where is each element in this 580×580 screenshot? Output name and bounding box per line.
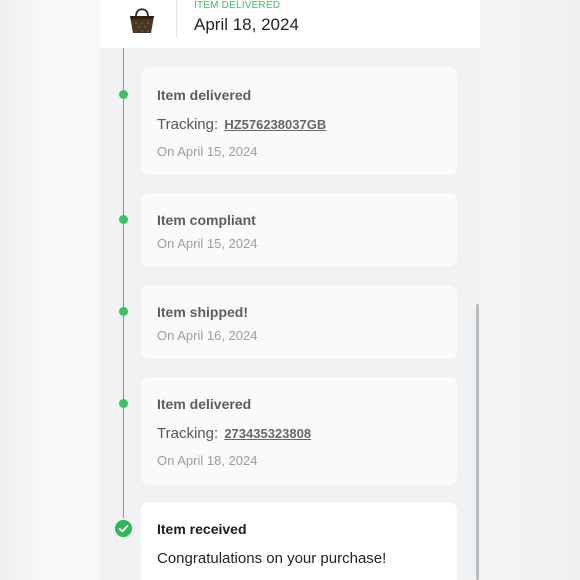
tracking-number-link[interactable]: 273435323808 [224, 426, 311, 441]
timeline-card-title: Item received [157, 521, 247, 537]
timeline-line [123, 48, 124, 518]
timeline-dot-icon [119, 215, 128, 224]
page-right-edge [480, 0, 580, 580]
timeline-card-title: Item delivered [157, 87, 252, 103]
timeline-card-date: On April 16, 2024 [157, 328, 258, 343]
timeline-card-date: On April 15, 2024 [157, 144, 258, 159]
tracking-row: Tracking: HZ576238037GB [157, 116, 326, 133]
order-header: ITEM DELIVERED April 18, 2024 [100, 0, 480, 48]
header-divider [176, 0, 177, 38]
order-tracking-panel: ITEM DELIVERED April 18, 2024 Item deliv… [100, 0, 480, 580]
timeline-dot-icon [119, 307, 128, 316]
timeline-card-title: Item compliant [157, 212, 256, 228]
timeline-card-date: On April 18, 2024 [157, 453, 258, 468]
tracking-row: Tracking: 273435323808 [157, 425, 311, 442]
timeline-card-delivered-2: Item delivered Tracking: 273435323808 On… [141, 377, 457, 485]
timeline-card-message: Congratulations on your purchase! [157, 550, 387, 567]
scrollbar-thumb[interactable] [476, 304, 479, 580]
order-status-date: April 18, 2024 [194, 15, 299, 34]
timeline-card-received: Item received Congratulations on your pu… [141, 502, 457, 580]
timeline-card-compliant: Item compliant On April 15, 2024 [141, 193, 457, 267]
tracking-prefix: Tracking: [157, 425, 219, 442]
timeline-card-shipped: Item shipped! On April 16, 2024 [141, 285, 457, 359]
timeline-dot-icon [119, 90, 128, 99]
timeline-card-delivered-1: Item delivered Tracking: HZ576238037GB O… [141, 67, 457, 175]
order-status-label: ITEM DELIVERED [194, 0, 281, 11]
timeline-dot-icon [119, 399, 128, 408]
timeline-card-title: Item shipped! [157, 304, 249, 320]
check-circle-icon [115, 520, 132, 537]
timeline-card-title: Item delivered [157, 396, 252, 412]
handbag-icon [130, 8, 154, 33]
tracking-number-link[interactable]: HZ576238037GB [224, 117, 326, 132]
tracking-prefix: Tracking: [157, 116, 219, 133]
timeline-card-date: On April 15, 2024 [157, 236, 258, 251]
